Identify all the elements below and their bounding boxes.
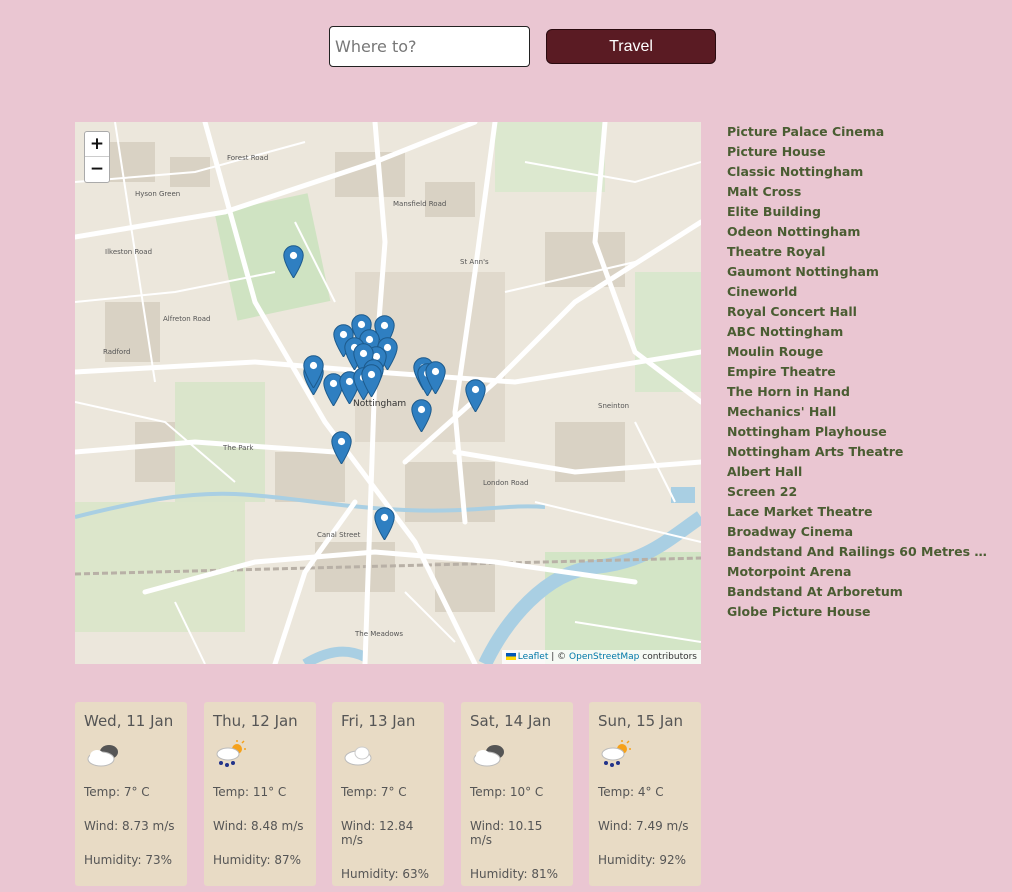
venue-item[interactable]: Cineworld (727, 284, 997, 304)
map[interactable]: Forest Road Hyson Green Radford The Park… (75, 122, 701, 664)
map-tiles (75, 122, 701, 664)
map-street-label: The Meadows (355, 630, 403, 638)
venue-item[interactable]: Empire Theatre (727, 364, 997, 384)
leaflet-link[interactable]: Leaflet (518, 652, 549, 662)
cloud-dark-icon (470, 740, 564, 770)
forecast-day-title: Sun, 15 Jan (598, 712, 684, 730)
forecast-day-card: Sat, 14 Jan Temp: 10° C Wind: 10.15 m/s … (461, 702, 573, 886)
venue-item[interactable]: Mechanics' Hall (727, 404, 997, 424)
venue-item[interactable]: Royal Concert Hall (727, 304, 997, 324)
venue-item[interactable]: Odeon Nottingham (727, 224, 997, 244)
map-street-label: London Road (483, 479, 529, 487)
rain-sun-icon (213, 740, 307, 770)
forecast-day-title: Sat, 14 Jan (470, 712, 552, 730)
venue-list: Picture Palace Cinema Picture House Clas… (727, 124, 997, 624)
zoom-control: + − (84, 131, 110, 183)
map-marker-icon[interactable] (361, 364, 382, 398)
map-street-label: Sneinton (598, 402, 630, 410)
forecast-humidity: Humidity: 92% (598, 853, 687, 867)
map-marker-icon[interactable] (425, 361, 446, 395)
venue-item[interactable]: Motorpoint Arena (727, 564, 997, 584)
map-street-label: Alfreton Road (163, 315, 211, 323)
venue-item[interactable]: Screen 22 (727, 484, 997, 504)
forecast-wind: Wind: 8.48 m/s (213, 819, 304, 833)
venue-item[interactable]: Classic Nottingham (727, 164, 997, 184)
map-marker-icon[interactable] (331, 431, 352, 465)
map-marker-icon[interactable] (411, 399, 432, 433)
forecast-day-card: Sun, 15 Jan Temp: 4° C Wind: 7.49 m/s Hu… (589, 702, 701, 886)
ukraine-flag-icon (505, 653, 516, 660)
venue-item[interactable]: ABC Nottingham (727, 324, 997, 344)
map-marker-icon[interactable] (465, 379, 486, 413)
map-attribution: Leaflet | © OpenStreetMap contributors (501, 650, 701, 664)
travel-button[interactable]: Travel (546, 29, 716, 64)
venue-item[interactable]: Globe Picture House (727, 604, 997, 624)
venue-item[interactable]: Picture Palace Cinema (727, 124, 997, 144)
forecast-temp: Temp: 7° C (341, 785, 407, 799)
forecast-wind: Wind: 12.84 m/s (341, 819, 414, 847)
venue-item[interactable]: Bandstand At Arboretum (727, 584, 997, 604)
forecast-day-card: Thu, 12 Jan Temp: 11° C Wind: 8.48 m/s H… (204, 702, 316, 886)
venue-item[interactable]: Albert Hall (727, 464, 997, 484)
forecast-temp: Temp: 11° C (213, 785, 287, 799)
forecast-temp: Temp: 4° C (598, 785, 664, 799)
openstreetmap-link[interactable]: OpenStreetMap (569, 652, 639, 662)
venue-item[interactable]: Nottingham Playhouse (727, 424, 997, 444)
venue-item[interactable]: The Horn in Hand (727, 384, 997, 404)
venue-item[interactable]: Bandstand And Railings 60 Metres North O… (727, 544, 997, 564)
forecast-humidity: Humidity: 63% (341, 867, 430, 881)
attribution-separator: | © (548, 652, 570, 662)
forecast-day-card: Wed, 11 Jan Temp: 7° C Wind: 8.73 m/s Hu… (75, 702, 187, 886)
forecast-humidity: Humidity: 73% (84, 853, 173, 867)
map-city-label: Nottingham (353, 399, 407, 409)
venue-item[interactable]: Theatre Royal (727, 244, 997, 264)
venue-item[interactable]: Malt Cross (727, 184, 997, 204)
forecast-wind: Wind: 8.73 m/s (84, 819, 175, 833)
attribution-suffix: contributors (639, 652, 697, 662)
destination-input[interactable] (329, 26, 530, 67)
map-street-label: Hyson Green (135, 190, 181, 198)
map-marker-icon[interactable] (374, 507, 395, 541)
rain-sun-icon (598, 740, 692, 770)
zoom-in-button[interactable]: + (85, 132, 109, 157)
map-street-label: The Park (223, 444, 254, 452)
forecast-day-title: Wed, 11 Jan (84, 712, 174, 730)
venue-item[interactable]: Picture House (727, 144, 997, 164)
forecast-day-title: Thu, 12 Jan (213, 712, 298, 730)
venue-item[interactable]: Nottingham Arts Theatre (727, 444, 997, 464)
map-marker-icon[interactable] (283, 245, 304, 279)
venue-item[interactable]: Gaumont Nottingham (727, 264, 997, 284)
forecast-temp: Temp: 10° C (470, 785, 544, 799)
forecast-temp: Temp: 7° C (84, 785, 150, 799)
map-street-label: Canal Street (317, 531, 361, 539)
venue-item[interactable]: Moulin Rouge (727, 344, 997, 364)
map-street-label: St Ann's (460, 258, 489, 266)
forecast-humidity: Humidity: 81% (470, 867, 559, 881)
forecast-day-title: Fri, 13 Jan (341, 712, 416, 730)
map-street-label: Radford (103, 348, 131, 356)
cloud-dark-icon (84, 740, 178, 770)
zoom-out-button[interactable]: − (85, 157, 109, 182)
venue-item[interactable]: Lace Market Theatre (727, 504, 997, 524)
forecast-wind: Wind: 7.49 m/s (598, 819, 689, 833)
forecast-wind: Wind: 10.15 m/s (470, 819, 543, 847)
forecast-day-card: Fri, 13 Jan Temp: 7° C Wind: 12.84 m/s H… (332, 702, 444, 886)
map-street-label: Mansfield Road (393, 200, 447, 208)
venue-item[interactable]: Broadway Cinema (727, 524, 997, 544)
map-marker-icon[interactable] (303, 355, 324, 389)
venue-item[interactable]: Elite Building (727, 204, 997, 224)
map-street-label: Forest Road (227, 154, 269, 162)
map-street-label: Ilkeston Road (105, 248, 153, 256)
cloud-light-icon (341, 740, 435, 770)
forecast-humidity: Humidity: 87% (213, 853, 302, 867)
